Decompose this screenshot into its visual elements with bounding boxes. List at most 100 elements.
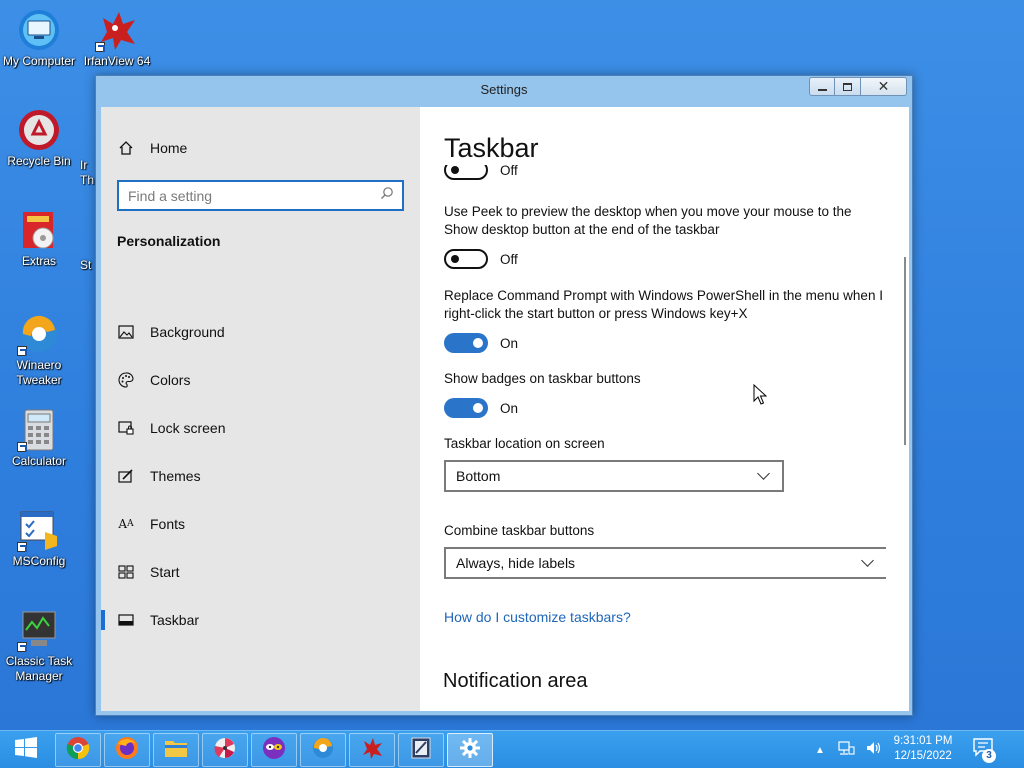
desktop-icon-label: Classic Task Manager [5,654,73,683]
file-explorer-icon [164,737,188,764]
sidebar-item-label: Themes [150,468,201,484]
taskbar-app-firefox[interactable] [104,733,150,767]
peek-setting-description: Use Peek to preview the desktop when you… [444,204,852,237]
desktop-icon-label: Winaero Tweaker [16,358,62,387]
taskbar-app-chrome[interactable] [55,733,101,767]
start-icon [117,564,135,580]
scrollbar-thumb[interactable] [904,257,906,445]
shortcut-arrow-icon [17,346,27,356]
chevron-down-icon [860,555,876,571]
badges-setting-description: Show badges on taskbar buttons [444,371,641,386]
desktop-icon-irfanview[interactable]: IrfanView 64 [76,8,158,69]
desktop-icon-partial[interactable]: St [80,258,96,273]
taskbar-clock[interactable]: 9:31:01 PM 12/15/2022 [878,734,968,764]
maximize-button[interactable] [835,77,861,96]
recycle-bin-icon [17,108,61,152]
desktop-icon-label: Recycle Bin [7,154,71,168]
settings-sidebar: Home Personalization Background Color [101,107,420,711]
desktop-icon-recycle-bin[interactable]: Recycle Bin [0,108,80,169]
winaero-tweaker-icon [17,312,61,356]
sidebar-item-start[interactable]: Start [101,552,420,592]
partial-toggle-row: Off [444,165,518,185]
taskbar: ▲ 9:31:01 PM 12/15/2022 3 [0,730,1024,768]
partial-toggle-switch[interactable] [444,165,488,180]
taskbar-location-dropdown[interactable]: Bottom [444,460,784,492]
title-bar[interactable]: Settings ✕ [96,76,912,107]
shortcut-arrow-icon [17,542,27,552]
taskbar-app-settings[interactable] [447,733,493,767]
start-button[interactable] [0,731,52,768]
taskbar-app-explorer[interactable] [153,733,199,767]
lock-screen-icon [117,420,135,436]
shortcut-arrow-icon [17,642,27,652]
desktop-icon-label: Ir Th [80,158,95,187]
desktop-icon-task-manager[interactable]: Classic Task Manager [0,608,80,684]
taskbar-app-winaero[interactable] [300,733,346,767]
msconfig-icon [17,508,61,552]
search-input[interactable] [128,187,380,204]
minimize-button[interactable] [809,77,835,96]
sidebar-item-label: Lock screen [150,420,226,436]
windows-logo-icon [14,736,38,765]
sidebar-item-label: Taskbar [150,612,200,628]
task-manager-icon [17,608,61,652]
search-box[interactable] [117,180,404,211]
desktop-icon-winaero[interactable]: Winaero Tweaker [0,312,80,388]
taskbar-icon [117,612,135,628]
powershell-toggle-row: On [444,333,518,353]
sidebar-item-label: Colors [150,372,191,388]
sidebar-item-home[interactable]: Home [101,128,420,168]
network-icon[interactable] [837,740,855,761]
sidebar-item-colors[interactable]: Colors [101,360,420,400]
image-app-icon [409,736,433,765]
powershell-toggle-switch[interactable] [444,333,488,353]
sidebar-item-fonts[interactable]: AA Fonts [101,504,420,544]
masks-app-icon [262,736,286,765]
show-hidden-icons-chevron-icon[interactable]: ▲ [815,745,825,756]
badges-toggle-switch[interactable] [444,398,488,418]
clock-time: 9:31:01 PM [893,735,953,747]
action-center-button[interactable]: 3 [972,737,998,763]
peek-toggle-switch[interactable] [444,249,488,269]
desktop-icon-calculator[interactable]: Calculator [0,408,80,469]
toggle-state-label: On [500,335,519,351]
extras-icon [17,208,61,252]
computer-icon [17,8,61,52]
themes-icon [117,468,135,484]
restore-icon [843,82,852,91]
calculator-icon [17,408,61,452]
desktop-icon-label: Extras [21,254,56,268]
desktop-icon-extras[interactable]: Extras [0,208,80,269]
taskbar-app-pinwheel[interactable] [202,733,248,767]
search-icon[interactable] [380,186,394,205]
palette-icon [117,372,135,388]
sidebar-item-label: Fonts [150,516,186,532]
sidebar-item-background[interactable]: Background [101,312,420,352]
taskbar-app-image[interactable] [398,733,444,767]
sidebar-item-label: Home [150,140,188,156]
desktop-icon-msconfig[interactable]: MSConfig [0,508,80,569]
settings-content: Taskbar Off Use Peek to preview the desk… [420,107,909,711]
clock-date: 12/15/2022 [894,750,952,762]
sidebar-item-taskbar[interactable]: Taskbar [101,600,420,640]
irfanview-icon [360,736,384,765]
notification-count-badge: 3 [982,749,996,763]
badges-toggle-row: On [444,398,518,418]
close-button[interactable]: ✕ [861,77,907,96]
taskbar-app-irfanview[interactable] [349,733,395,767]
shortcut-arrow-icon [17,442,27,452]
customize-taskbars-link[interactable]: How do I customize taskbars? [444,609,631,625]
desktop-icon-my-computer[interactable]: My Computer [0,8,80,69]
settings-gear-icon [459,737,481,764]
fonts-icon: AA [118,517,134,531]
combine-buttons-dropdown[interactable]: Always, hide labels [444,547,886,579]
system-tray: ▲ [815,731,883,768]
sidebar-item-themes[interactable]: Themes [101,456,420,496]
winaero-icon [311,736,335,765]
firefox-icon [115,736,139,765]
taskbar-app-masks[interactable] [251,733,297,767]
irfanview-icon [95,8,139,52]
dropdown-value: Always, hide labels [456,555,576,571]
sidebar-item-label: Background [150,324,225,340]
sidebar-item-lock-screen[interactable]: Lock screen [101,408,420,448]
